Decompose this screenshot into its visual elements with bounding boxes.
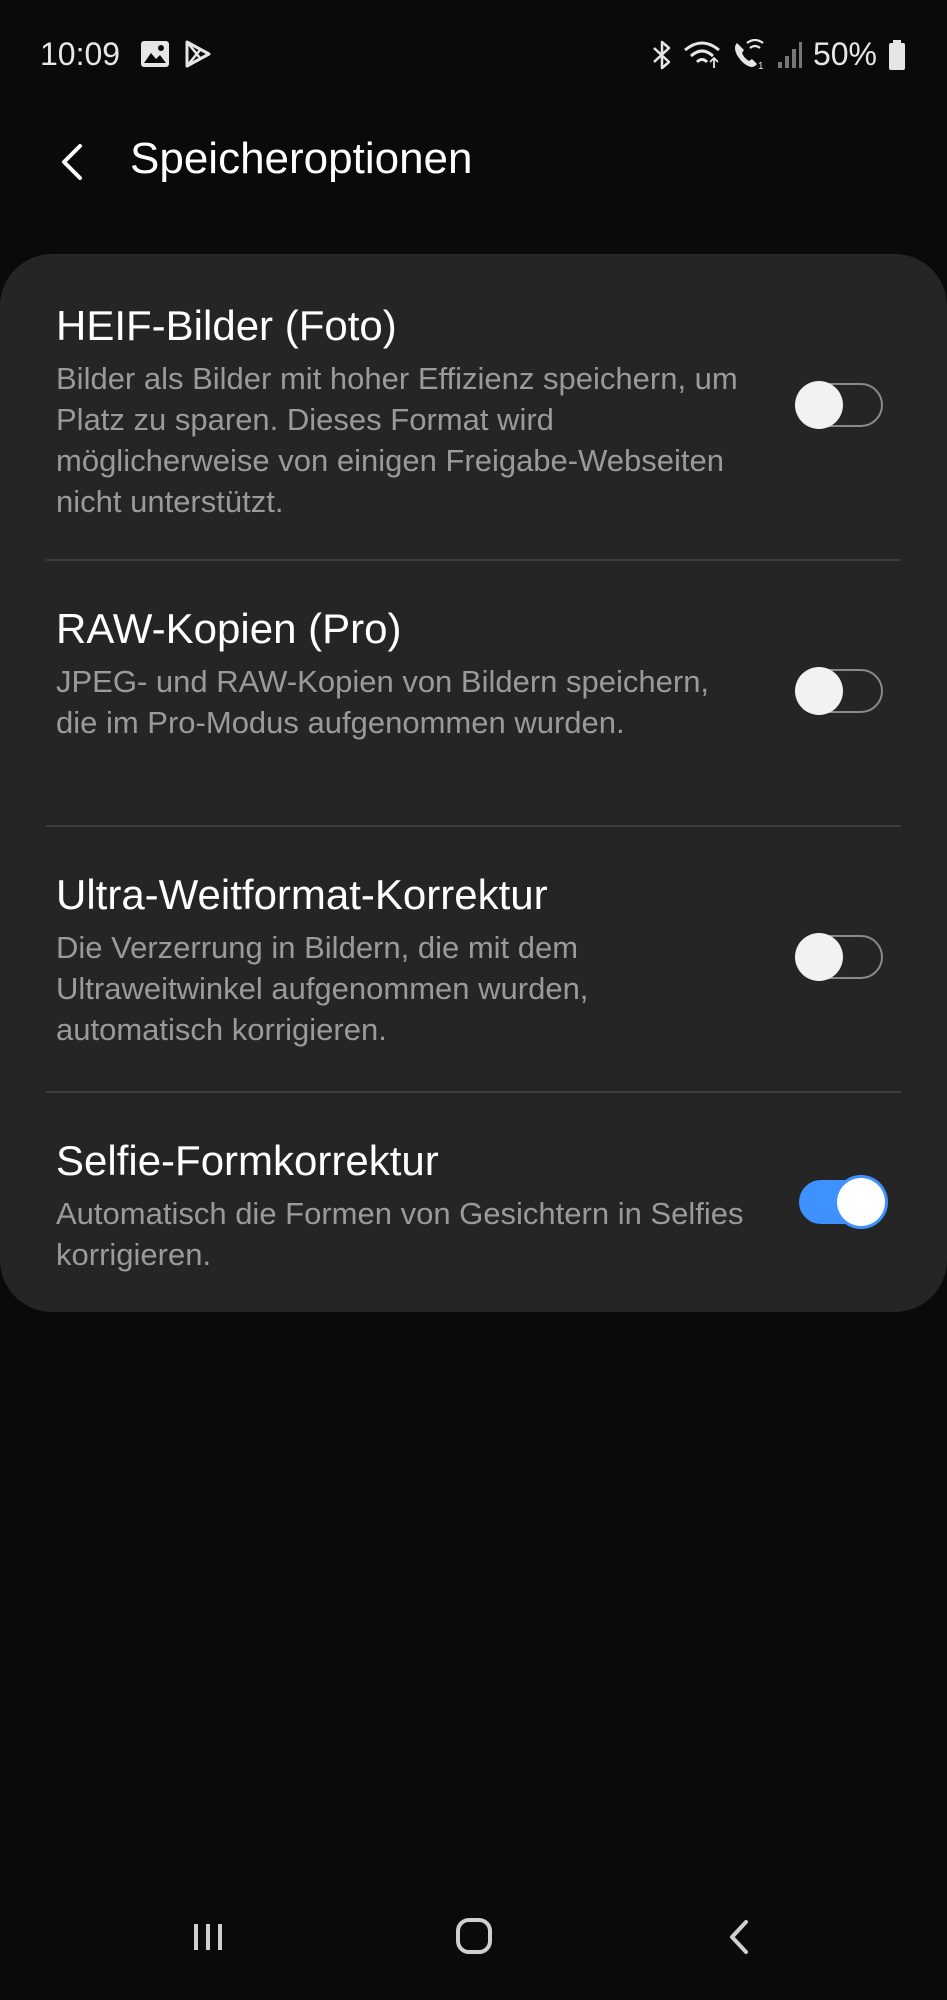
header: Speicheroptionen — [0, 120, 947, 210]
screen: 10:09 1 50% Speicheroptionen HEIF-Bilder… — [0, 0, 947, 2000]
ultrawide-toggle[interactable] — [795, 933, 883, 981]
toggle-knob — [795, 381, 843, 429]
wifi-call-icon: 1 — [731, 38, 767, 71]
toggle-knob — [795, 933, 843, 981]
heif-toggle[interactable] — [795, 381, 883, 429]
toggle-knob — [795, 667, 843, 715]
setting-title: HEIF-Bilder (Foto) — [56, 302, 397, 349]
setting-text: Ultra-Weitformat-Korrektur Die Verzerrun… — [56, 867, 756, 1050]
bluetooth-icon — [651, 39, 673, 71]
nav-back-button[interactable] — [704, 1902, 774, 1972]
recent-apps-icon — [173, 1902, 243, 1972]
setting-row-ultrawide[interactable]: Ultra-Weitformat-Korrektur Die Verzerrun… — [0, 827, 947, 1091]
setting-title: Selfie-Formkorrektur — [56, 1137, 439, 1184]
settings-card: HEIF-Bilder (Foto) Bilder als Bilder mit… — [0, 254, 947, 1312]
home-button[interactable] — [438, 1902, 508, 1972]
status-bar: 10:09 1 50% — [0, 0, 947, 112]
setting-title: Ultra-Weitformat-Korrektur — [56, 871, 548, 918]
navigation-bar — [0, 1880, 947, 2000]
setting-description: Automatisch die Formen von Gesichtern in… — [56, 1196, 744, 1272]
setting-description: Die Verzerrung in Bildern, die mit dem U… — [56, 930, 589, 1047]
signal-icon — [777, 40, 803, 70]
setting-title: RAW-Kopien (Pro) — [56, 605, 402, 652]
chevron-left-icon — [50, 138, 98, 186]
play-store-icon — [184, 40, 212, 68]
wifi-icon — [683, 40, 721, 70]
battery-icon — [887, 39, 907, 71]
svg-text:1: 1 — [758, 61, 764, 71]
raw-toggle[interactable] — [795, 667, 883, 715]
setting-description: JPEG- und RAW-Kopien von Bildern speiche… — [56, 664, 710, 740]
recent-apps-button[interactable] — [173, 1902, 243, 1972]
setting-description: Bilder als Bilder mit hoher Effizienz sp… — [56, 361, 738, 519]
home-icon — [438, 1902, 508, 1972]
toggle-knob — [837, 1178, 885, 1226]
status-left-icons — [140, 40, 212, 68]
selfie-toggle[interactable] — [799, 1178, 885, 1226]
status-time: 10:09 — [40, 36, 121, 72]
setting-text: RAW-Kopien (Pro) JPEG- und RAW-Kopien vo… — [56, 601, 756, 743]
setting-row-selfie[interactable]: Selfie-Formkorrektur Automatisch die For… — [0, 1093, 947, 1312]
back-icon — [704, 1902, 774, 1972]
status-right: 1 50% — [651, 36, 907, 73]
setting-text: HEIF-Bilder (Foto) Bilder als Bilder mit… — [56, 298, 756, 522]
gallery-icon — [140, 40, 170, 68]
setting-text: Selfie-Formkorrektur Automatisch die For… — [56, 1133, 756, 1275]
battery-percentage: 50% — [812, 36, 877, 72]
setting-row-raw[interactable]: RAW-Kopien (Pro) JPEG- und RAW-Kopien vo… — [0, 561, 947, 825]
setting-row-heif[interactable]: HEIF-Bilder (Foto) Bilder als Bilder mit… — [0, 254, 947, 559]
back-button[interactable] — [50, 138, 98, 186]
page-title: Speicheroptionen — [130, 134, 473, 183]
